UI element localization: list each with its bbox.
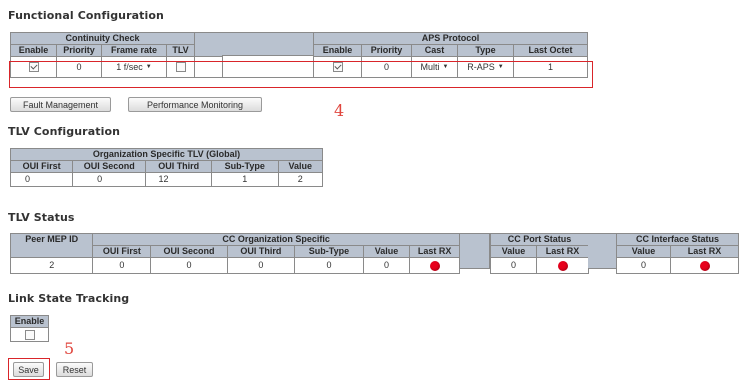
iface-last-rx-cell (670, 257, 739, 274)
link-state-enable-checkbox[interactable] (24, 329, 35, 340)
col-value: Value (277, 160, 324, 173)
col-sub-type: Sub-Type (210, 160, 279, 173)
port-value-value: 0 (490, 257, 537, 274)
link-state-table: Enable (10, 315, 49, 342)
col-status-oui-first: OUI First (92, 245, 152, 258)
link-state-enable-cell (10, 327, 49, 342)
status-gap-2 (588, 233, 616, 269)
col-oui-second: OUI Second (72, 160, 147, 173)
tlv-configuration-heading: TLV Configuration (8, 125, 121, 138)
peer-mep-id-header: Peer MEP ID (9, 233, 94, 258)
oui-second-input[interactable]: 0 (72, 172, 147, 187)
cc-org-specific-header: CC Organization Specific (92, 233, 460, 246)
aps-protocol-header: APS Protocol (313, 32, 588, 45)
performance-monitoring-button[interactable]: Performance Monitoring (128, 97, 262, 112)
col-link-state-enable: Enable (10, 315, 49, 328)
tlv-status-heading: TLV Status (8, 211, 75, 224)
status-oui-second-value: 0 (150, 257, 228, 274)
annotation-4: 4 (334, 101, 345, 120)
peer-mep-id-value: 2 (9, 257, 94, 274)
iface-last-rx-led-icon (699, 260, 710, 271)
col-tlv: TLV (165, 44, 196, 57)
col-status-value: Value (362, 245, 411, 258)
value-input[interactable]: 2 (277, 172, 324, 187)
col-iface-value: Value (616, 245, 671, 258)
status-oui-third-value: 0 (226, 257, 296, 274)
save-button[interactable]: Save (13, 362, 44, 377)
status-sub-type-value: 0 (294, 257, 364, 274)
sub-type-input[interactable]: 1 (210, 172, 279, 187)
port-last-rx-cell (535, 257, 590, 274)
cc-interface-status-header: CC Interface Status (616, 233, 739, 246)
col-port-last-rx: Last RX (535, 245, 590, 258)
col-frame-rate: Frame rate (101, 44, 167, 57)
col-type: Type (457, 44, 514, 57)
org-last-rx-led-icon (429, 260, 440, 271)
tlv-configuration-table: Organization Specific TLV (Global) OUI F… (9, 148, 324, 187)
col-status-last-rx: Last RX (409, 245, 460, 258)
port-last-rx-led-icon (557, 260, 568, 271)
oui-third-input[interactable]: 12 (145, 172, 212, 187)
status-oui-first-value: 0 (92, 257, 152, 274)
iface-value-value: 0 (616, 257, 671, 274)
cc-spacer-header (194, 32, 224, 57)
functional-configuration-heading: Functional Configuration (8, 9, 164, 22)
oui-first-input[interactable]: 0 (9, 172, 74, 187)
col-iface-last-rx: Last RX (670, 245, 739, 258)
continuity-check-header: Continuity Check (9, 32, 196, 45)
annotation-5: 5 (64, 339, 75, 358)
reset-button[interactable]: Reset (56, 362, 93, 377)
highlight-functional-row (9, 61, 593, 88)
status-value-value: 0 (362, 257, 411, 274)
col-aps-priority: Priority (361, 44, 412, 57)
link-state-tracking-heading: Link State Tracking (8, 292, 130, 305)
cc-port-status-table: CC Port Status Value Last RX 0 (489, 233, 590, 274)
cc-port-status-header: CC Port Status (489, 233, 590, 246)
fault-management-button[interactable]: Fault Management (10, 97, 111, 112)
status-gap-1 (460, 233, 490, 269)
col-last-octet: Last Octet (513, 44, 588, 57)
col-enable: Enable (10, 44, 57, 57)
cc-interface-status-table: CC Interface Status Value Last RX 0 (616, 233, 739, 274)
col-status-sub-type: Sub-Type (294, 245, 364, 258)
col-priority: Priority (56, 44, 102, 57)
tlv-status-table: Peer MEP ID CC Organization Specific OUI… (9, 233, 460, 274)
org-specific-tlv-header: Organization Specific TLV (Global) (10, 148, 323, 161)
col-aps-enable: Enable (313, 44, 362, 57)
col-port-value: Value (490, 245, 537, 258)
col-oui-third: OUI Third (145, 160, 212, 173)
col-cast: Cast (411, 44, 458, 57)
col-status-oui-second: OUI Second (150, 245, 228, 258)
org-last-rx-cell (409, 257, 460, 274)
col-oui-first: OUI First (9, 160, 74, 173)
col-status-oui-third: OUI Third (226, 245, 296, 258)
functional-divider (222, 32, 313, 56)
